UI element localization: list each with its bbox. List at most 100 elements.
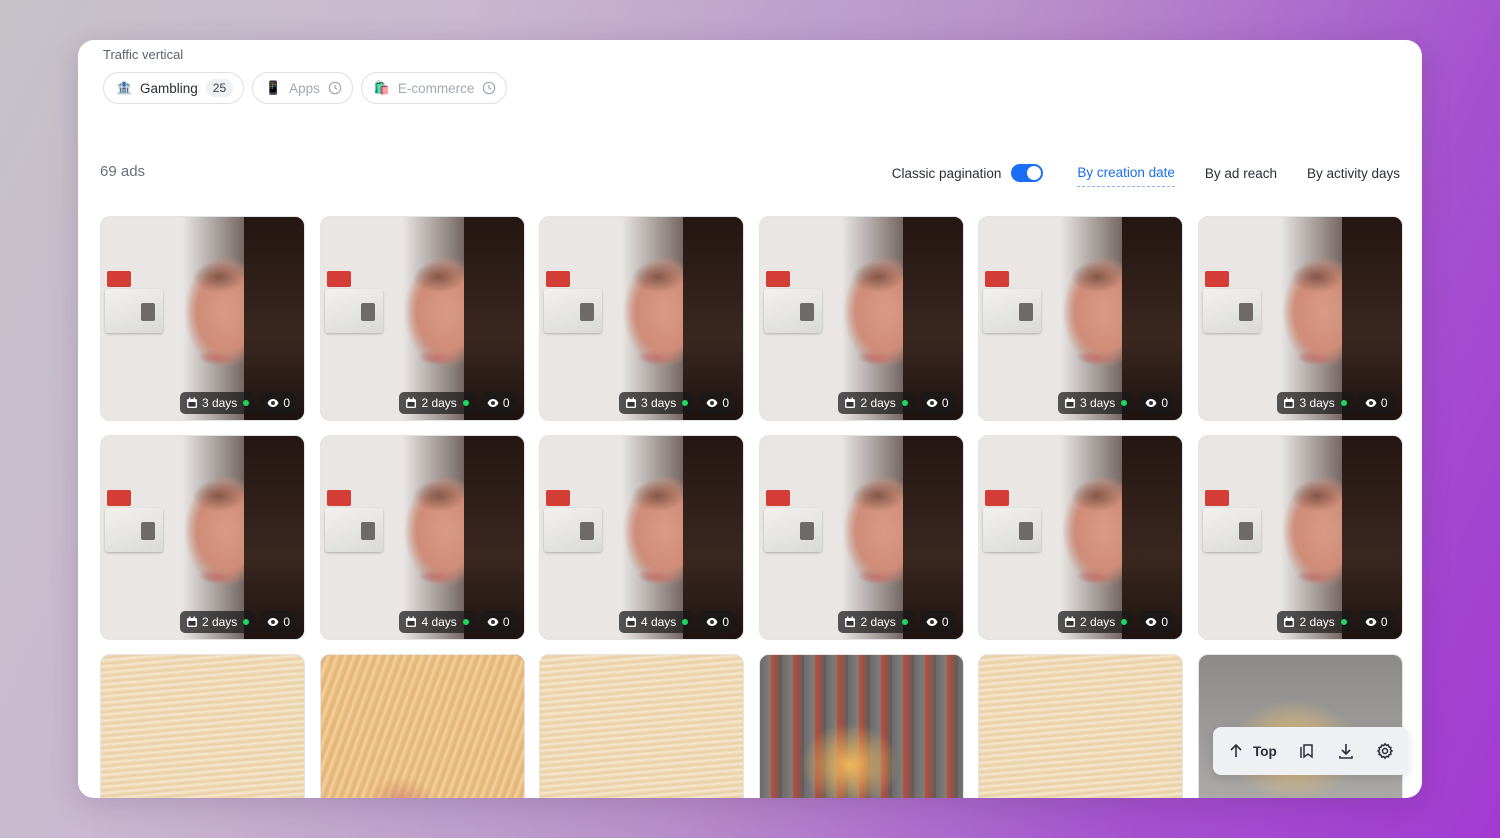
eye-icon bbox=[1145, 399, 1157, 407]
active-dot bbox=[1340, 400, 1347, 406]
eye-icon bbox=[1365, 618, 1377, 626]
views-value: 0 bbox=[1161, 396, 1168, 410]
eye-icon bbox=[706, 399, 718, 407]
views-badge: 0 bbox=[919, 392, 955, 414]
thumbnail-detail bbox=[546, 490, 570, 506]
chip-label: Apps bbox=[289, 80, 320, 96]
eye-icon bbox=[267, 618, 279, 626]
active-dot bbox=[1121, 400, 1128, 406]
ad-card[interactable] bbox=[758, 654, 964, 798]
thumbnail-detail bbox=[1122, 217, 1182, 420]
chip-gambling[interactable]: 🏦 Gambling 25 bbox=[103, 72, 245, 104]
views-value: 0 bbox=[941, 615, 949, 629]
active-dot bbox=[243, 400, 250, 406]
calendar-icon bbox=[845, 397, 856, 408]
ad-stats: 2 days 0 bbox=[399, 392, 516, 414]
ad-card[interactable]: 4 days 0 bbox=[539, 435, 744, 640]
active-dot bbox=[901, 619, 908, 625]
traffic-vertical-label: Traffic vertical bbox=[103, 47, 184, 62]
thumbnail-detail bbox=[1202, 508, 1261, 552]
days-active-value: 2 days bbox=[421, 396, 457, 410]
ad-card[interactable] bbox=[100, 654, 305, 798]
days-active-badge: 2 days bbox=[838, 392, 914, 414]
results-toolbar: 69 ads Classic pagination By creation da… bbox=[100, 160, 1400, 194]
ad-card[interactable]: 2 days 0 bbox=[978, 435, 1183, 640]
scroll-top-button[interactable]: Top bbox=[1227, 742, 1277, 760]
days-active-value: 3 days bbox=[201, 396, 238, 410]
days-active-badge: 2 days bbox=[399, 392, 475, 414]
ad-card[interactable]: 3 days 0 bbox=[978, 216, 1183, 421]
download-icon[interactable] bbox=[1337, 742, 1355, 760]
ad-stats: 4 days 0 bbox=[618, 611, 735, 633]
thumbnail-detail bbox=[544, 289, 602, 333]
ad-thumbnail bbox=[101, 655, 304, 798]
ad-card[interactable]: 2 days 0 bbox=[1197, 435, 1403, 640]
eye-icon bbox=[1365, 399, 1377, 407]
ad-stats: 2 days 0 bbox=[1057, 611, 1174, 633]
gear-icon[interactable] bbox=[1376, 742, 1394, 760]
thumbnail-detail bbox=[763, 508, 822, 552]
chip-apps[interactable]: 📱 Apps bbox=[252, 72, 353, 104]
sort-by-activity-days[interactable]: By activity days bbox=[1307, 160, 1400, 187]
calendar-icon bbox=[625, 397, 636, 408]
views-value: 0 bbox=[502, 615, 510, 629]
days-active-value: 4 days bbox=[421, 615, 457, 629]
thumbnail-detail bbox=[983, 289, 1041, 333]
ad-card[interactable] bbox=[978, 654, 1183, 798]
thumbnail-detail bbox=[324, 508, 383, 552]
thumbnail-detail bbox=[985, 271, 1009, 287]
eye-icon bbox=[706, 618, 718, 626]
chip-ecommerce[interactable]: 🛍️ E-commerce bbox=[360, 72, 508, 104]
main-window: Traffic vertical 🏦 Gambling 25 📱 Apps 🛍️… bbox=[78, 40, 1422, 798]
calendar-icon bbox=[845, 616, 856, 627]
days-active-badge: 2 days bbox=[1057, 611, 1134, 633]
ad-card[interactable]: 2 days 0 bbox=[758, 435, 964, 640]
ad-card[interactable]: 3 days 0 bbox=[1197, 216, 1403, 421]
chip-label: E-commerce bbox=[397, 80, 475, 96]
ad-stats: 2 days 0 bbox=[179, 611, 296, 633]
sort-by-creation-date[interactable]: By creation date bbox=[1077, 159, 1175, 187]
ad-card[interactable]: 3 days 0 bbox=[539, 216, 744, 421]
views-badge: 0 bbox=[1358, 392, 1394, 414]
eye-icon bbox=[1145, 618, 1157, 626]
days-active-badge: 4 days bbox=[399, 611, 475, 633]
ad-stats: 3 days 0 bbox=[1277, 392, 1394, 414]
ad-thumbnail bbox=[979, 655, 1182, 798]
active-dot bbox=[462, 619, 469, 625]
ad-card[interactable]: 2 days 0 bbox=[758, 216, 964, 421]
thumbnail-detail bbox=[985, 490, 1009, 506]
bookmark-icon[interactable] bbox=[1298, 742, 1316, 760]
ad-card[interactable]: 4 days 0 bbox=[319, 435, 525, 640]
shopping-bags-icon: 🛍️ bbox=[373, 80, 391, 95]
ad-card[interactable]: 3 days 0 bbox=[100, 216, 305, 421]
active-dot bbox=[682, 400, 689, 406]
ad-card[interactable] bbox=[1197, 654, 1403, 798]
views-badge: 0 bbox=[261, 611, 296, 633]
active-dot bbox=[462, 400, 469, 406]
days-active-value: 2 days bbox=[201, 615, 238, 629]
thumbnail-detail bbox=[902, 436, 963, 639]
days-active-value: 3 days bbox=[1299, 396, 1335, 410]
thumbnail-detail bbox=[1122, 436, 1182, 639]
calendar-icon bbox=[1064, 616, 1075, 627]
ad-card[interactable] bbox=[539, 654, 744, 798]
sort-by-ad-reach[interactable]: By ad reach bbox=[1205, 160, 1277, 187]
ad-card[interactable]: 2 days 0 bbox=[100, 435, 305, 640]
thumbnail-detail bbox=[105, 289, 163, 333]
ad-stats: 4 days 0 bbox=[399, 611, 516, 633]
days-active-badge: 3 days bbox=[618, 392, 695, 414]
thumbnail-detail bbox=[765, 271, 790, 287]
views-value: 0 bbox=[283, 615, 290, 629]
days-active-value: 3 days bbox=[1079, 396, 1116, 410]
pagination-toggle[interactable] bbox=[1011, 164, 1044, 182]
pagination-label: Classic pagination bbox=[891, 165, 1002, 181]
ad-card[interactable]: 2 days 0 bbox=[319, 216, 525, 421]
thumbnail-detail bbox=[546, 271, 570, 287]
floating-action-bar: Top bbox=[1213, 727, 1408, 775]
ad-card[interactable] bbox=[319, 654, 525, 798]
thumbnail-detail bbox=[107, 271, 131, 287]
chip-label: Gambling bbox=[140, 80, 198, 96]
active-dot bbox=[243, 619, 250, 625]
views-badge: 0 bbox=[261, 392, 296, 414]
ads-grid: 3 days 0 2 days 0 3 days 0 2 days 0 3 days 0 3 day… bbox=[100, 216, 1403, 798]
